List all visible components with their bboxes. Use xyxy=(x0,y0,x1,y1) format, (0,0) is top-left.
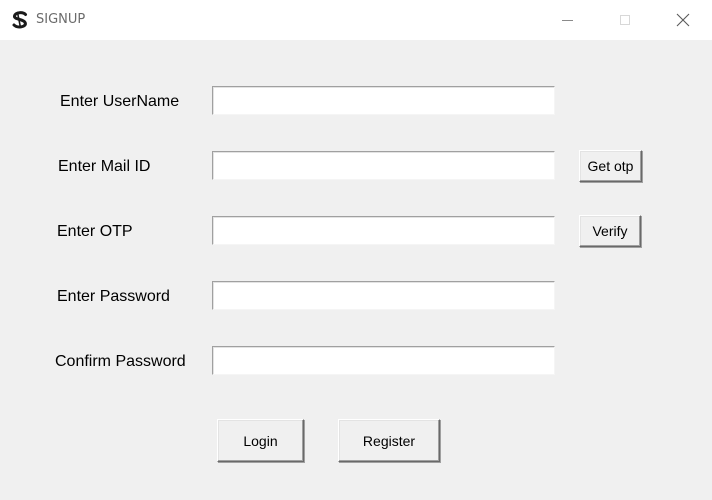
confirm-password-input[interactable] xyxy=(212,346,555,375)
username-input[interactable] xyxy=(212,86,555,115)
minimize-icon xyxy=(561,19,573,21)
register-button[interactable]: Register xyxy=(338,419,440,462)
username-label: Enter UserName xyxy=(60,93,180,110)
signup-window: SIGNUP Enter UserName Enter Mail ID Get … xyxy=(0,0,712,500)
mail-id-label: Enter Mail ID xyxy=(58,158,151,175)
window-title: SIGNUP xyxy=(36,12,86,27)
mail-id-input[interactable] xyxy=(212,151,555,180)
minimize-button[interactable] xyxy=(538,0,596,40)
password-input[interactable] xyxy=(212,281,555,310)
title-bar[interactable]: SIGNUP xyxy=(0,0,712,40)
close-button[interactable] xyxy=(654,0,712,40)
maximize-icon xyxy=(620,15,630,25)
get-otp-button[interactable]: Get otp xyxy=(579,150,642,182)
app-logo-icon xyxy=(12,11,27,29)
otp-input[interactable] xyxy=(212,216,555,245)
login-button[interactable]: Login xyxy=(217,419,304,462)
verify-button[interactable]: Verify xyxy=(579,215,641,247)
password-label: Enter Password xyxy=(57,288,170,305)
close-icon xyxy=(676,13,690,27)
otp-label: Enter OTP xyxy=(57,223,133,240)
maximize-button[interactable] xyxy=(596,0,654,40)
confirm-password-label: Confirm Password xyxy=(55,353,186,370)
